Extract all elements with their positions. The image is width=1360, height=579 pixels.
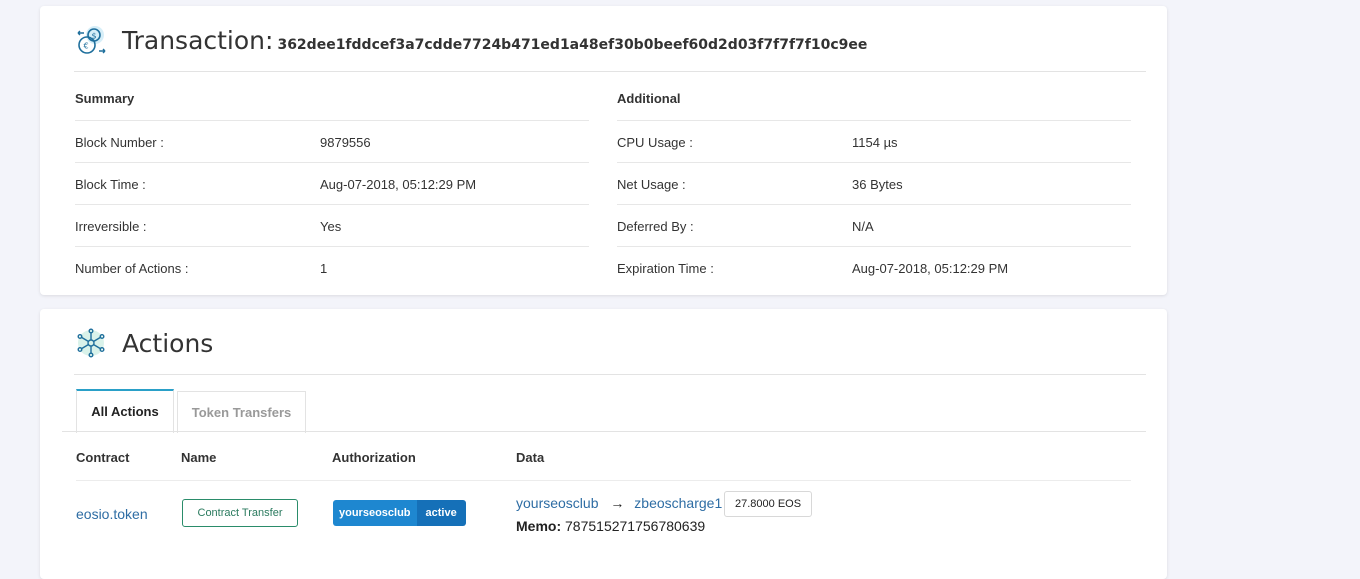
memo-value: 787515271756780639 bbox=[565, 518, 706, 534]
title-divider bbox=[74, 71, 1146, 72]
transfer-data: yourseosclub → zbeoscharge1 bbox=[516, 495, 722, 511]
from-account-link[interactable]: yourseosclub bbox=[516, 495, 599, 511]
network-nodes-icon bbox=[77, 328, 105, 358]
actions-title: Actions bbox=[122, 329, 214, 358]
row-value: 36 Bytes bbox=[852, 177, 903, 192]
row-label: Block Number : bbox=[75, 135, 164, 150]
action-name-badge: Contract Transfer bbox=[182, 499, 298, 527]
block-number-link[interactable]: 9879556 bbox=[320, 135, 371, 150]
svg-text:€: € bbox=[84, 42, 89, 51]
transaction-title: Transaction: 362dee1fddcef3a7cdde7724b471… bbox=[122, 26, 867, 55]
row-label: Number of Actions : bbox=[75, 261, 189, 276]
row-label: CPU Usage : bbox=[617, 135, 693, 150]
tabs-divider bbox=[62, 431, 1146, 432]
auth-actor[interactable]: yourseosclub bbox=[333, 500, 417, 526]
contract-link[interactable]: eosio.token bbox=[76, 506, 148, 522]
header-divider bbox=[76, 480, 1131, 481]
arrow-right-icon: → bbox=[610, 495, 625, 511]
memo: Memo: 787515271756780639 bbox=[516, 518, 705, 534]
column-header-data: Data bbox=[516, 450, 545, 465]
summary-row-irreversible: Irreversible : Yes bbox=[75, 204, 589, 247]
summary-row-block-number: Block Number : 9879556 bbox=[75, 120, 589, 163]
row-value: N/A bbox=[852, 219, 874, 234]
row-label: Block Time : bbox=[75, 177, 146, 192]
row-label: Net Usage : bbox=[617, 177, 686, 192]
to-account-link[interactable]: zbeoscharge1 bbox=[634, 495, 722, 511]
page-title: Transaction: bbox=[122, 26, 274, 55]
row-value: Yes bbox=[320, 219, 342, 234]
row-label: Irreversible : bbox=[75, 219, 147, 234]
additional-row-expiration-time: Expiration Time : Aug-07-2018, 05:12:29 … bbox=[617, 246, 1131, 289]
title-divider bbox=[74, 374, 1146, 375]
transaction-hash: 362dee1fddcef3a7cdde7724b471ed1a48ef30b0… bbox=[277, 37, 868, 53]
memo-label: Memo: bbox=[516, 518, 562, 534]
row-label: Deferred By : bbox=[617, 219, 694, 234]
additional-row-net-usage: Net Usage : 36 Bytes bbox=[617, 162, 1131, 205]
row-label: Expiration Time : bbox=[617, 261, 714, 276]
authorization-badge[interactable]: yourseosclub active bbox=[333, 500, 466, 526]
row-value: Aug-07-2018, 05:12:29 PM bbox=[320, 177, 477, 192]
additional-row-deferred-by: Deferred By : N/A bbox=[617, 204, 1131, 247]
svg-text:$: $ bbox=[92, 32, 97, 41]
column-header-authorization: Authorization bbox=[332, 450, 416, 465]
summary-row-block-time: Block Time : Aug-07-2018, 05:12:29 PM bbox=[75, 162, 589, 205]
column-header-name: Name bbox=[181, 450, 217, 465]
row-value: 1154 µs bbox=[852, 135, 898, 150]
currency-exchange-icon: $ € bbox=[77, 26, 106, 54]
actions-card: Actions All Actions Token Transfers Cont… bbox=[40, 309, 1167, 579]
tab-token-transfers[interactable]: Token Transfers bbox=[177, 391, 306, 433]
summary-row-number-of-actions: Number of Actions : 1 bbox=[75, 246, 589, 289]
amount-badge: 27.8000 EOS bbox=[724, 491, 813, 517]
column-header-contract: Contract bbox=[76, 450, 130, 465]
row-value: 1 bbox=[320, 261, 328, 276]
additional-heading: Additional bbox=[617, 91, 681, 106]
auth-permission: active bbox=[416, 500, 466, 526]
transaction-card: $ € Transaction: 362dee1fddcef3a7cdde7724… bbox=[40, 6, 1167, 295]
summary-heading: Summary bbox=[75, 91, 135, 106]
row-value: Aug-07-2018, 05:12:29 PM bbox=[852, 261, 1009, 276]
tab-all-actions[interactable]: All Actions bbox=[76, 389, 174, 433]
additional-row-cpu-usage: CPU Usage : 1154 µs bbox=[617, 120, 1131, 163]
